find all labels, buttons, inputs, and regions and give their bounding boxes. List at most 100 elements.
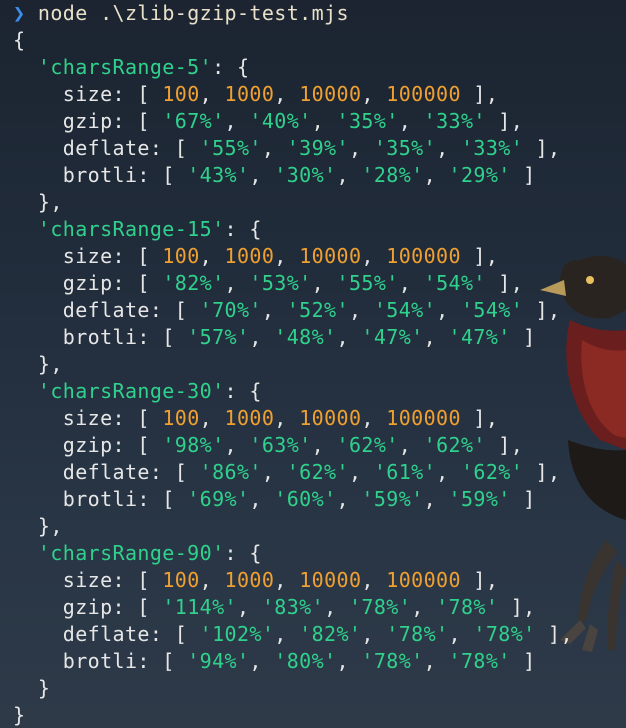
brotli-line: brotli: [ '69%', '60%', '59%', '59%' ] xyxy=(62,487,536,511)
size-value: 100000 xyxy=(386,568,461,592)
gzip-key: gzip: xyxy=(62,595,125,619)
gzip-value: '55%' xyxy=(336,271,399,295)
group-close: }, xyxy=(13,190,63,214)
gzip-value: '35%' xyxy=(336,109,399,133)
size-key: size: xyxy=(62,406,125,430)
size-key: size: xyxy=(62,82,125,106)
size-value: 100 xyxy=(162,82,200,106)
group-header: 'charsRange-15': { xyxy=(37,217,262,241)
gzip-value: '67%' xyxy=(162,109,225,133)
deflate-key: deflate: xyxy=(62,460,163,484)
size-value: 100000 xyxy=(386,406,461,430)
gzip-value: '62%' xyxy=(423,433,486,457)
gzip-key: gzip: xyxy=(62,109,125,133)
deflate-line: deflate: [ '70%', '52%', '54%', '54%' ], xyxy=(62,298,561,322)
brotli-key: brotli: xyxy=(62,163,150,187)
gzip-value: '82%' xyxy=(162,271,225,295)
brotli-value: '43%' xyxy=(187,163,250,187)
size-value: 10000 xyxy=(299,82,362,106)
size-value: 100 xyxy=(162,568,200,592)
deflate-value: '102%' xyxy=(199,622,275,646)
gzip-line: gzip: [ '114%', '83%', '78%', '78%' ], xyxy=(62,595,536,619)
gzip-key: gzip: xyxy=(62,271,125,295)
deflate-value: '82%' xyxy=(299,622,362,646)
deflate-line: deflate: [ '86%', '62%', '61%', '62%' ], xyxy=(62,460,561,484)
group-close: } xyxy=(13,676,51,700)
brotli-value: '69%' xyxy=(187,487,250,511)
size-value: 10000 xyxy=(299,406,362,430)
size-value: 100000 xyxy=(386,244,461,268)
size-value: 100 xyxy=(162,244,200,268)
gzip-value: '114%' xyxy=(162,595,237,619)
brotli-key: brotli: xyxy=(62,649,150,673)
gzip-value: '33%' xyxy=(423,109,486,133)
brotli-value: '48%' xyxy=(274,325,337,349)
deflate-value: '54%' xyxy=(373,298,437,322)
deflate-value: '78%' xyxy=(473,622,536,646)
gzip-value: '63%' xyxy=(249,433,312,457)
deflate-value: '62%' xyxy=(460,460,524,484)
size-value: 100000 xyxy=(386,82,461,106)
gzip-line: gzip: [ '82%', '53%', '55%', '54%' ], xyxy=(62,271,524,295)
group-header: 'charsRange-30': { xyxy=(37,379,262,403)
size-value: 1000 xyxy=(224,244,275,268)
open-brace-line: { xyxy=(13,27,25,54)
close-brace: } xyxy=(13,703,26,727)
size-line: size: [ 100, 1000, 10000, 100000 ], xyxy=(62,406,499,430)
brotli-value: '29%' xyxy=(448,163,511,187)
deflate-value: '54%' xyxy=(460,298,524,322)
group-name: 'charsRange-90' xyxy=(37,541,225,565)
open-brace: { xyxy=(13,28,26,52)
brotli-value: '94%' xyxy=(187,649,250,673)
deflate-key: deflate: xyxy=(62,136,163,160)
brotli-value: '60%' xyxy=(274,487,337,511)
gzip-value: '53%' xyxy=(249,271,312,295)
gzip-value: '83%' xyxy=(261,595,325,619)
gzip-value: '62%' xyxy=(336,433,399,457)
brotli-value: '28%' xyxy=(361,163,424,187)
gzip-value: '78%' xyxy=(436,595,499,619)
brotli-value: '80%' xyxy=(274,649,337,673)
brotli-value: '47%' xyxy=(448,325,511,349)
group-name: 'charsRange-5' xyxy=(37,55,213,79)
group-header: 'charsRange-5': { xyxy=(37,55,250,79)
brotli-value: '78%' xyxy=(361,649,424,673)
deflate-value: '39%' xyxy=(286,136,349,160)
size-value: 1000 xyxy=(224,568,275,592)
deflate-value: '55%' xyxy=(199,136,262,160)
gzip-line: gzip: [ '98%', '63%', '62%', '62%' ], xyxy=(62,433,524,457)
group-close: }, xyxy=(13,514,63,538)
size-line: size: [ 100, 1000, 10000, 100000 ], xyxy=(62,244,499,268)
terminal-output: ❯ node .\zlib-gzip-test.mjs{ 'charsRange… xyxy=(0,0,626,728)
brotli-value: '30%' xyxy=(274,163,337,187)
size-value: 10000 xyxy=(299,244,362,268)
gzip-value: '98%' xyxy=(162,433,225,457)
gzip-value: '78%' xyxy=(348,595,412,619)
brotli-key: brotli: xyxy=(62,325,150,349)
gzip-value: '40%' xyxy=(249,109,312,133)
group-name: 'charsRange-15' xyxy=(37,217,225,241)
prompt-line: ❯ node .\zlib-gzip-test.mjs xyxy=(13,0,349,27)
deflate-key: deflate: xyxy=(62,298,163,322)
deflate-value: '52%' xyxy=(286,298,349,322)
command-text: node .\zlib-gzip-test.mjs xyxy=(37,1,349,25)
deflate-value: '33%' xyxy=(460,136,524,160)
size-line: size: [ 100, 1000, 10000, 100000 ], xyxy=(62,82,499,106)
prompt-icon: ❯ xyxy=(13,1,26,25)
deflate-key: deflate: xyxy=(62,622,163,646)
close-brace-line: } xyxy=(13,702,25,728)
brotli-value: '59%' xyxy=(361,487,424,511)
group-close: }, xyxy=(13,352,63,376)
deflate-value: '86%' xyxy=(199,460,262,484)
deflate-value: '61%' xyxy=(373,460,437,484)
gzip-key: gzip: xyxy=(62,433,125,457)
group-header: 'charsRange-90': { xyxy=(37,541,262,565)
brotli-line: brotli: [ '57%', '48%', '47%', '47%' ] xyxy=(62,325,536,349)
size-value: 1000 xyxy=(224,82,275,106)
brotli-value: '57%' xyxy=(187,325,250,349)
brotli-value: '59%' xyxy=(448,487,511,511)
deflate-value: '35%' xyxy=(373,136,437,160)
deflate-line: deflate: [ '102%', '82%', '78%', '78%' ]… xyxy=(62,622,573,646)
size-value: 10000 xyxy=(299,568,362,592)
deflate-value: '62%' xyxy=(286,460,349,484)
